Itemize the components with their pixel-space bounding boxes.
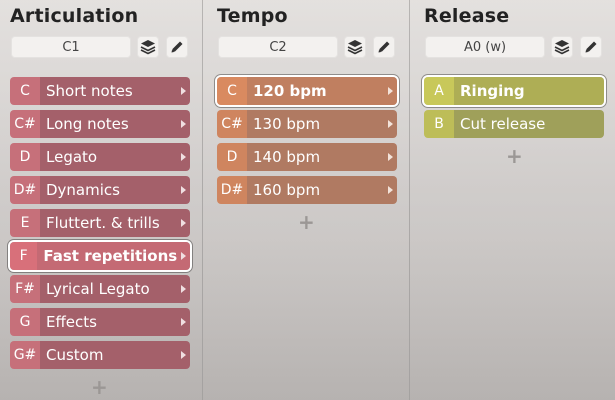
tempo-title: Tempo: [217, 5, 288, 27]
note-key: F#: [10, 275, 40, 303]
item-end-cap: [590, 110, 604, 138]
note-key: G#: [10, 341, 40, 369]
note-key: D#: [217, 176, 247, 204]
articulation-title: Articulation: [10, 5, 139, 27]
layers-icon[interactable]: [344, 36, 366, 58]
note-key: C: [10, 77, 40, 105]
list-item[interactable]: F# Lyrical Legato: [10, 275, 190, 303]
layers-icon[interactable]: [137, 36, 159, 58]
item-label: Dynamics: [40, 176, 176, 204]
list-item-selected[interactable]: F Fast repetitions: [10, 242, 190, 270]
chevron-right-icon[interactable]: [176, 341, 190, 369]
layers-icon[interactable]: [551, 36, 573, 58]
chevron-right-icon[interactable]: [383, 143, 397, 171]
item-label: Fluttert. & trills: [40, 209, 176, 237]
item-label: 160 bpm: [247, 176, 383, 204]
note-key: E: [10, 209, 40, 237]
item-label: Legato: [40, 143, 176, 171]
note-key: D: [217, 143, 247, 171]
column-divider: [202, 0, 203, 400]
note-key: A: [424, 77, 454, 105]
chevron-right-icon[interactable]: [176, 308, 190, 336]
list-item[interactable]: C# 130 bpm: [217, 110, 397, 138]
chevron-right-icon[interactable]: [176, 275, 190, 303]
list-item[interactable]: G Effects: [10, 308, 190, 336]
chevron-right-icon[interactable]: [176, 77, 190, 105]
list-item[interactable]: D# 160 bpm: [217, 176, 397, 204]
list-item-selected[interactable]: A Ringing: [424, 77, 604, 105]
note-key: G: [10, 308, 40, 336]
list-item-selected[interactable]: C 120 bpm: [217, 77, 397, 105]
chevron-right-icon[interactable]: [176, 110, 190, 138]
release-key-field[interactable]: A0 (w): [425, 36, 545, 58]
pencil-icon[interactable]: [373, 36, 395, 58]
plus-icon[interactable]: +: [298, 212, 315, 232]
item-label: Lyrical Legato: [40, 275, 176, 303]
item-label: Ringing: [454, 77, 590, 105]
note-key: C#: [217, 110, 247, 138]
list-item[interactable]: C Short notes: [10, 77, 190, 105]
note-key: D#: [10, 176, 40, 204]
item-end-cap: [590, 77, 604, 105]
chevron-right-icon[interactable]: [176, 176, 190, 204]
list-item[interactable]: B Cut release: [424, 110, 604, 138]
item-label: Cut release: [454, 110, 590, 138]
item-label: 130 bpm: [247, 110, 383, 138]
note-key: C: [217, 77, 247, 105]
plus-icon[interactable]: +: [91, 377, 108, 397]
chevron-right-icon[interactable]: [176, 209, 190, 237]
list-item[interactable]: G# Custom: [10, 341, 190, 369]
item-label: Effects: [40, 308, 176, 336]
plus-icon[interactable]: +: [506, 146, 523, 166]
tempo-key-field[interactable]: C2: [218, 36, 338, 58]
list-item[interactable]: D 140 bpm: [217, 143, 397, 171]
release-title: Release: [424, 5, 510, 27]
item-label: 120 bpm: [247, 77, 383, 105]
list-item[interactable]: C# Long notes: [10, 110, 190, 138]
chevron-right-icon[interactable]: [176, 143, 190, 171]
release-column: [410, 0, 615, 400]
list-item[interactable]: D# Dynamics: [10, 176, 190, 204]
pencil-icon[interactable]: [166, 36, 188, 58]
item-label: Fast repetitions: [37, 242, 178, 270]
chevron-right-icon[interactable]: [383, 77, 397, 105]
list-item[interactable]: D Legato: [10, 143, 190, 171]
column-divider: [409, 0, 410, 400]
chevron-right-icon[interactable]: [177, 242, 190, 270]
list-item[interactable]: E Fluttert. & trills: [10, 209, 190, 237]
item-label: Custom: [40, 341, 176, 369]
note-key: C#: [10, 110, 40, 138]
item-label: Long notes: [40, 110, 176, 138]
articulation-key-field[interactable]: C1: [11, 36, 131, 58]
note-key: D: [10, 143, 40, 171]
pencil-icon[interactable]: [580, 36, 602, 58]
note-key: B: [424, 110, 454, 138]
item-label: Short notes: [40, 77, 176, 105]
chevron-right-icon[interactable]: [383, 110, 397, 138]
item-label: 140 bpm: [247, 143, 383, 171]
chevron-right-icon[interactable]: [383, 176, 397, 204]
note-key: F: [10, 242, 38, 270]
